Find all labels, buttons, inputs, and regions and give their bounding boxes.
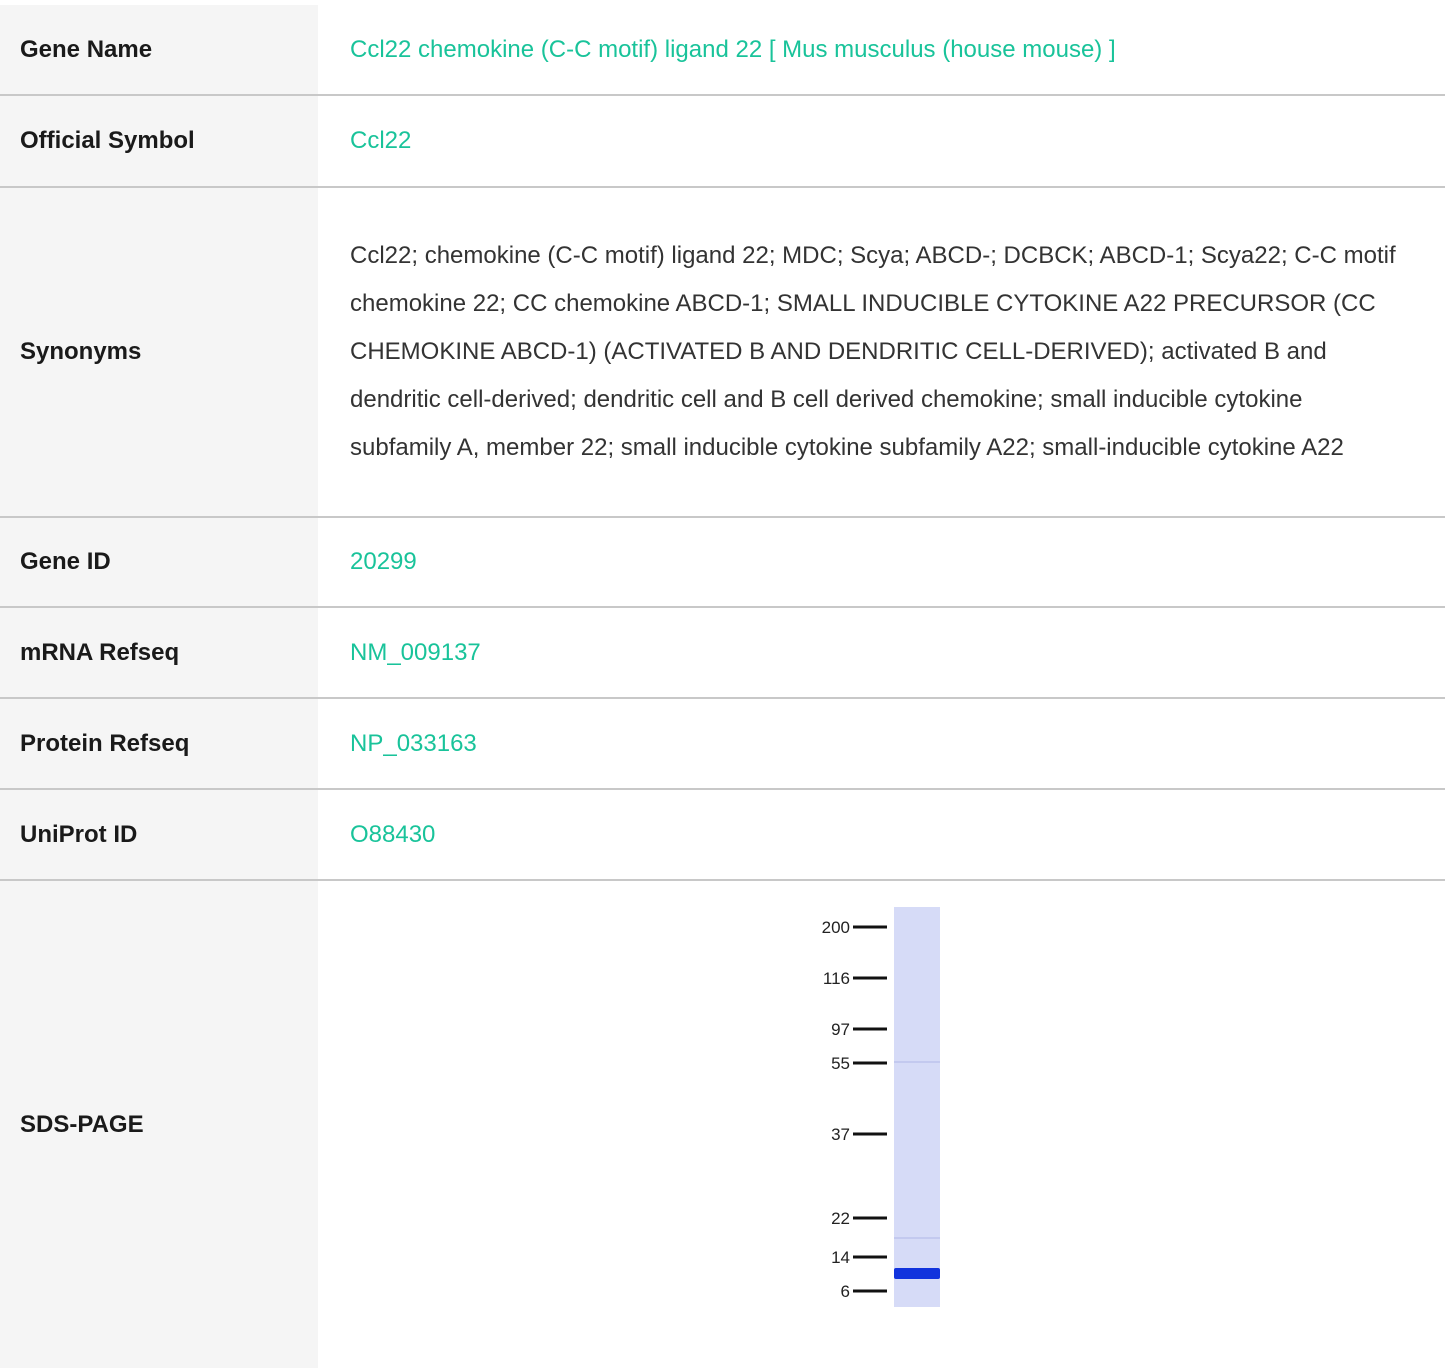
mrna-refseq-link[interactable]: NM_009137 <box>350 639 481 666</box>
gene-info-table: Gene Name Ccl22 chemokine (C-C motif) li… <box>0 5 1445 1368</box>
gel-marker-label-97: 97 <box>831 1020 850 1039</box>
row-mrna-refseq: mRNA Refseq NM_009137 <box>0 607 1445 698</box>
row-sds-page: SDS-PAGE 200 116 97 55 37 22 14 6 <box>0 880 1445 1368</box>
row-uniprot-id: UniProt ID O88430 <box>0 789 1445 880</box>
gel-marker-label-14: 14 <box>831 1248 850 1267</box>
label-sds-page: SDS-PAGE <box>0 880 318 1368</box>
gel-marker-tick-6 <box>852 1289 887 1293</box>
official-symbol-link[interactable]: Ccl22 <box>350 127 411 154</box>
row-gene-id: Gene ID 20299 <box>0 517 1445 607</box>
gel-image-wrap: 200 116 97 55 37 22 14 6 <box>350 907 1405 1314</box>
gene-name-link[interactable]: Ccl22 chemokine (C-C motif) ligand 22 [ … <box>350 36 1116 63</box>
gel-marker-tick-55 <box>852 1061 887 1065</box>
row-gene-name: Gene Name Ccl22 chemokine (C-C motif) li… <box>0 5 1445 95</box>
label-synonyms: Synonyms <box>0 187 318 517</box>
value-cell-synonyms: Ccl22; chemokine (C-C motif) ligand 22; … <box>318 187 1445 517</box>
label-mrna-refseq: mRNA Refseq <box>0 607 318 698</box>
row-synonyms: Synonyms Ccl22; chemokine (C-C motif) li… <box>0 187 1445 517</box>
label-protein-refseq: Protein Refseq <box>0 698 318 789</box>
gene-id-link[interactable]: 20299 <box>350 548 417 575</box>
gel-faint-band-55 <box>893 1061 940 1063</box>
gel-protein-band <box>893 1268 940 1279</box>
label-uniprot-id: UniProt ID <box>0 789 318 880</box>
synonyms-text: Ccl22; chemokine (C-C motif) ligand 22; … <box>350 242 1396 461</box>
value-cell-protein-refseq: NP_033163 <box>318 698 1445 789</box>
label-gene-name: Gene Name <box>0 5 318 95</box>
value-cell-gene-id: 20299 <box>318 517 1445 607</box>
gel-marker-label-37: 37 <box>831 1125 850 1144</box>
gel-marker-tick-97 <box>852 1027 887 1031</box>
label-gene-id: Gene ID <box>0 517 318 607</box>
gel-marker-tick-37 <box>852 1132 887 1136</box>
gel-marker-label-200: 200 <box>821 918 849 937</box>
value-cell-uniprot-id: O88430 <box>318 789 1445 880</box>
value-cell-gene-name: Ccl22 chemokine (C-C motif) ligand 22 [ … <box>318 5 1445 95</box>
value-cell-mrna-refseq: NM_009137 <box>318 607 1445 698</box>
uniprot-id-link[interactable]: O88430 <box>350 821 435 848</box>
value-cell-sds-page: 200 116 97 55 37 22 14 6 <box>318 880 1445 1368</box>
gel-marker-tick-14 <box>852 1255 887 1259</box>
gel-marker-label-6: 6 <box>840 1282 849 1301</box>
protein-refseq-link[interactable]: NP_033163 <box>350 730 477 757</box>
gel-marker-tick-116 <box>852 976 887 980</box>
gel-faint-band-18 <box>893 1237 940 1239</box>
row-protein-refseq: Protein Refseq NP_033163 <box>0 698 1445 789</box>
row-official-symbol: Official Symbol Ccl22 <box>0 95 1445 187</box>
gel-marker-label-116: 116 <box>822 969 849 988</box>
sds-page-gel-image: 200 116 97 55 37 22 14 6 <box>801 907 954 1307</box>
gel-marker-label-55: 55 <box>831 1054 850 1073</box>
gel-marker-label-22: 22 <box>831 1209 850 1228</box>
value-cell-official-symbol: Ccl22 <box>318 95 1445 187</box>
gel-lane <box>893 907 940 1307</box>
gel-marker-tick-22 <box>852 1216 887 1220</box>
gel-marker-tick-200 <box>852 925 887 929</box>
label-official-symbol: Official Symbol <box>0 95 318 187</box>
